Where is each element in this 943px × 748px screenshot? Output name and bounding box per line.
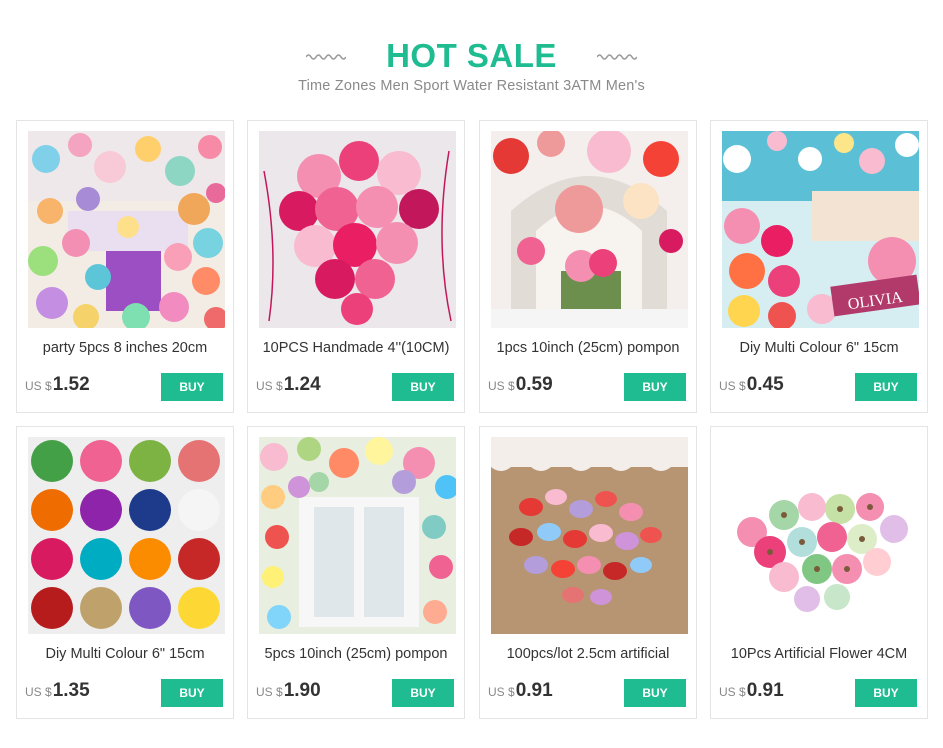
price-currency: US $: [25, 379, 52, 393]
product-name[interactable]: 10PCS Handmade 4''(10CM): [254, 339, 458, 361]
buy-button[interactable]: BUY: [392, 373, 454, 401]
product-price: US $0.91: [488, 680, 553, 702]
party-decor-pompoms-image[interactable]: OLIVIA: [722, 131, 919, 328]
product-name[interactable]: 100pcs/lot 2.5cm artificial: [486, 645, 690, 667]
wedding-pompoms-image[interactable]: [491, 131, 688, 328]
product-name[interactable]: 5pcs 10inch (25cm) pompon: [254, 645, 458, 667]
product-name[interactable]: 10Pcs Artificial Flower 4CM: [717, 645, 921, 667]
price-amount: 0.91: [746, 680, 784, 701]
buy-button[interactable]: BUY: [855, 373, 917, 401]
buy-button[interactable]: BUY: [392, 679, 454, 707]
price-amount: 1.24: [283, 374, 321, 395]
price-currency: US $: [719, 379, 746, 393]
product-card[interactable]: 10Pcs Artificial Flower 4CM US $0.91 BUY: [710, 426, 928, 719]
price-amount: 0.45: [746, 374, 784, 395]
buy-button[interactable]: BUY: [161, 679, 223, 707]
wave-right-icon: [596, 54, 637, 60]
product-card[interactable]: Diy Multi Colour 6" 15cm US $1.35 BUY: [16, 426, 234, 719]
product-price: US $0.59: [488, 374, 553, 396]
product-name[interactable]: party 5pcs 8 inches 20cm: [23, 339, 227, 361]
price-amount: 0.59: [515, 374, 553, 395]
product-card[interactable]: party 5pcs 8 inches 20cm US $1.52 BUY: [16, 120, 234, 413]
price-amount: 0.91: [515, 680, 553, 701]
buy-button[interactable]: BUY: [855, 679, 917, 707]
price-currency: US $: [256, 685, 283, 699]
artificial-flowers-image[interactable]: [722, 437, 919, 634]
price-currency: US $: [719, 685, 746, 699]
price-currency: US $: [25, 685, 52, 699]
price-amount: 1.52: [52, 374, 90, 395]
product-card[interactable]: 100pcs/lot 2.5cm artificial US $0.91 BUY: [479, 426, 697, 719]
product-price: US $1.90: [256, 680, 321, 702]
product-card[interactable]: OLIVIA Diy Multi Colour 6" 15cm US $0.45…: [710, 120, 928, 413]
price-amount: 1.35: [52, 680, 90, 701]
product-card[interactable]: 10PCS Handmade 4''(10CM) US $1.24 BUY: [247, 120, 465, 413]
product-card[interactable]: 1pcs 10inch (25cm) pompon US $0.59 BUY: [479, 120, 697, 413]
product-name[interactable]: Diy Multi Colour 6" 15cm: [717, 339, 921, 361]
product-price: US $0.91: [719, 680, 784, 702]
price-currency: US $: [256, 379, 283, 393]
section-title: HOT SALE: [386, 37, 557, 74]
product-name[interactable]: 1pcs 10inch (25cm) pompon: [486, 339, 690, 361]
buy-button[interactable]: BUY: [161, 373, 223, 401]
wave-left-icon: [306, 54, 347, 60]
product-price: US $1.35: [25, 680, 90, 702]
window-pompoms-image[interactable]: [259, 437, 456, 634]
pink-heart-pompoms-image[interactable]: [259, 131, 456, 328]
price-currency: US $: [488, 379, 515, 393]
buy-button[interactable]: BUY: [624, 373, 686, 401]
product-price: US $1.24: [256, 374, 321, 396]
product-name[interactable]: Diy Multi Colour 6" 15cm: [23, 645, 227, 667]
section-subtitle: Time Zones Men Sport Water Resistant 3AT…: [298, 78, 645, 94]
buy-button[interactable]: BUY: [624, 679, 686, 707]
section-header: HOT SALE Time Zones Men Sport Water Resi…: [0, 0, 943, 110]
pompom-grid-image[interactable]: [28, 437, 225, 634]
product-card[interactable]: 5pcs 10inch (25cm) pompon US $1.90 BUY: [247, 426, 465, 719]
price-currency: US $: [488, 685, 515, 699]
heart-petals-image[interactable]: [491, 437, 688, 634]
price-amount: 1.90: [283, 680, 321, 701]
title-row: HOT SALE: [0, 36, 943, 76]
product-price: US $1.52: [25, 374, 90, 396]
product-price: US $0.45: [719, 374, 784, 396]
colorful-pompoms-image[interactable]: [28, 131, 225, 328]
